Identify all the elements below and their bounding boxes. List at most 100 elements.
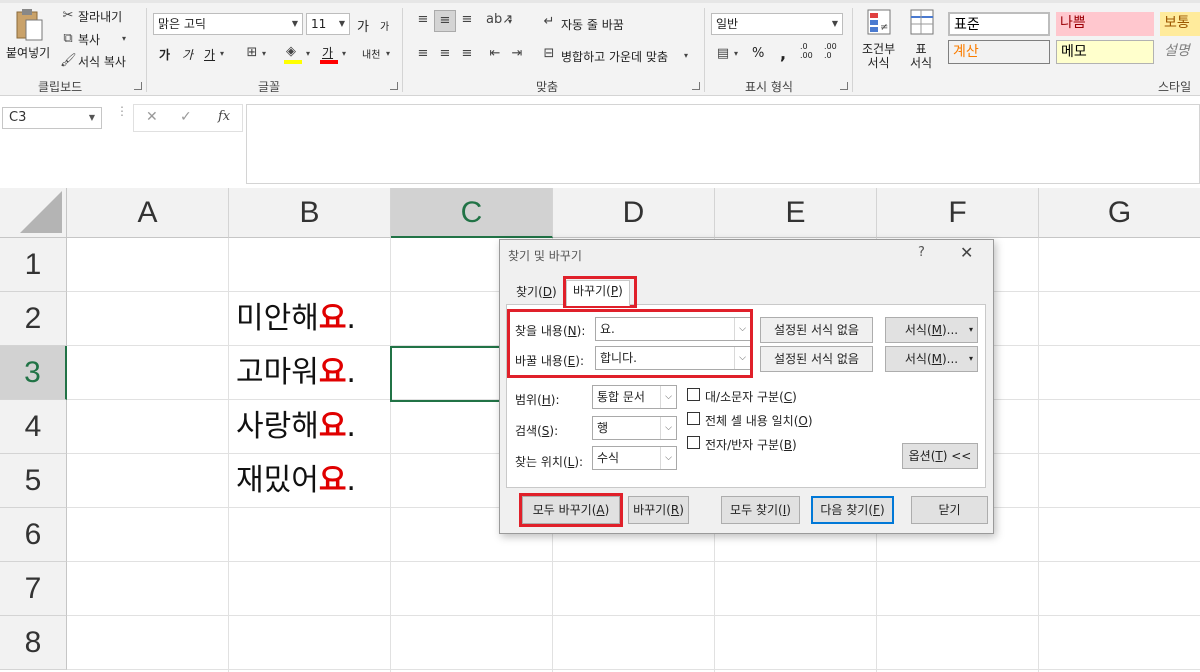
style-calculation[interactable]: 계산 (948, 40, 1050, 64)
insert-function-icon[interactable]: fx (218, 109, 230, 124)
row-header-2[interactable]: 2 (0, 292, 67, 346)
paste-button[interactable]: 붙여넣기 (4, 6, 54, 68)
column-header-a[interactable]: A (67, 188, 229, 238)
currency-icon[interactable]: ▤ (714, 46, 732, 62)
number-launcher-icon[interactable] (840, 82, 848, 90)
formula-input[interactable] (246, 104, 1200, 184)
enter-icon[interactable]: ✓ (180, 109, 192, 125)
chevron-down-icon[interactable]: ▾ (734, 46, 738, 62)
number-format-select[interactable]: 일반 ▼ (711, 13, 843, 35)
chevron-down-icon[interactable]: ⌵ (734, 318, 750, 340)
font-size-select[interactable]: 11 ▼ (306, 13, 350, 35)
close-icon[interactable]: ✕ (960, 243, 973, 262)
borders-icon[interactable]: ⊞ (244, 45, 260, 61)
column-header-b[interactable]: B (229, 188, 391, 238)
replace-button[interactable]: 바꾸기(R) (628, 496, 689, 524)
tab-find[interactable]: 찾기(D) (510, 282, 563, 304)
chevron-down-icon[interactable]: ▾ (262, 46, 266, 62)
chevron-down-icon[interactable]: ▾ (508, 14, 512, 30)
conditional-format-button[interactable]: ≠ 조건부 서식 (860, 8, 900, 72)
align-center-icon[interactable]: ≡ (436, 46, 454, 62)
column-header-d[interactable]: D (553, 188, 715, 238)
alignment-launcher-icon[interactable] (692, 82, 700, 90)
chevron-down-icon[interactable]: ▾ (342, 46, 346, 62)
decrease-indent-icon[interactable]: ⇤ (486, 46, 504, 62)
row-header-7[interactable]: 7 (0, 562, 67, 616)
grow-font-button[interactable]: 가 (357, 16, 369, 35)
row-header-5[interactable]: 5 (0, 454, 67, 508)
row-header-4[interactable]: 4 (0, 400, 67, 454)
merge-center-button[interactable]: ⊟ 병합하고 가운데 맞춤 ▾ (540, 46, 696, 64)
find-next-button[interactable]: 다음 찾기(F) (811, 496, 894, 524)
style-normal[interactable]: 표준 (948, 12, 1050, 36)
style-bad[interactable]: 나쁨 (1056, 12, 1154, 36)
close-button[interactable]: 닫기 (911, 496, 988, 524)
copy-button[interactable]: ⧉ 복사 ▾ (60, 31, 132, 47)
align-bottom-icon[interactable]: ≡ (458, 12, 476, 28)
bold-button[interactable]: 가 (159, 46, 170, 63)
match-byte-label[interactable]: 전자/반자 구분(B) (705, 436, 797, 453)
cell-b2[interactable]: 미안해요. (236, 292, 356, 346)
italic-button[interactable]: 가 (182, 46, 193, 63)
row-header-3[interactable]: 3 (0, 346, 67, 400)
cell-b4[interactable]: 사랑해요. (236, 400, 356, 454)
phonetic-button[interactable]: 내천 (362, 46, 380, 61)
within-select[interactable]: 통합 문서 ⌵ (592, 385, 677, 409)
chevron-down-icon[interactable]: ▾ (220, 46, 224, 62)
name-box[interactable]: C3 ▼ (2, 107, 102, 129)
row-header-8[interactable]: 8 (0, 616, 67, 670)
column-header-g[interactable]: G (1039, 188, 1200, 238)
font-color-button[interactable]: 가 (320, 44, 340, 64)
format-painter-button[interactable]: 🖌 서식 복사 (60, 53, 136, 69)
cancel-icon[interactable]: ✕ (146, 109, 158, 125)
clipboard-launcher-icon[interactable] (134, 82, 142, 90)
column-header-e[interactable]: E (715, 188, 877, 238)
style-note[interactable]: 메모 (1056, 40, 1154, 64)
decrease-decimal-button[interactable]: .00 .0 (824, 42, 837, 60)
wrap-text-button[interactable]: ↵ 자동 줄 바꿈 (540, 14, 660, 32)
chevron-down-icon[interactable]: ▾ (386, 46, 390, 62)
align-top-icon[interactable]: ≡ (414, 12, 432, 28)
options-button[interactable]: 옵션(T) << (902, 443, 978, 469)
row-header-6[interactable]: 6 (0, 508, 67, 562)
align-right-icon[interactable]: ≡ (458, 46, 476, 62)
replace-with-input[interactable]: 합니다. ⌵ (595, 346, 751, 370)
chevron-down-icon[interactable]: ▾ (306, 46, 310, 62)
format-button-replace[interactable]: 서식(M)... ▾ (885, 346, 978, 372)
match-entire-checkbox[interactable] (687, 412, 700, 425)
increase-decimal-button[interactable]: .0 .00 (800, 42, 813, 60)
align-left-icon[interactable]: ≡ (414, 46, 432, 62)
cut-button[interactable]: ✂ 잘라내기 (60, 8, 132, 24)
comma-button[interactable]: , (780, 44, 786, 63)
orientation-icon[interactable]: ab↗ (486, 12, 513, 28)
increase-indent-icon[interactable]: ⇥ (508, 46, 526, 62)
column-header-c[interactable]: C (391, 188, 553, 238)
find-all-button[interactable]: 모두 찾기(I) (721, 496, 800, 524)
style-explanatory[interactable]: 설명 (1160, 40, 1200, 64)
format-as-table-button[interactable]: 표 서식 (904, 8, 942, 72)
find-what-input[interactable]: 요. ⌵ (595, 317, 751, 341)
select-all-button[interactable] (0, 188, 67, 238)
shrink-font-button[interactable]: 가 (380, 18, 389, 33)
row-header-1[interactable]: 1 (0, 238, 67, 292)
cell-b3[interactable]: 고마워요. (236, 346, 356, 400)
tab-replace[interactable]: 바꾸기(P) (566, 280, 630, 306)
match-case-label[interactable]: 대/소문자 구분(C) (705, 388, 797, 405)
fill-color-button[interactable]: ◈ (284, 44, 304, 64)
cell-b5[interactable]: 재밌어요. (236, 454, 356, 508)
match-case-checkbox[interactable] (687, 388, 700, 401)
chevron-down-icon[interactable]: ⌵ (734, 347, 750, 369)
font-launcher-icon[interactable] (390, 82, 398, 90)
replace-all-button[interactable]: 모두 바꾸기(A) (522, 496, 620, 524)
help-button[interactable]: ? (918, 245, 925, 260)
percent-button[interactable]: % (752, 46, 764, 61)
style-neutral[interactable]: 보통 (1160, 12, 1200, 36)
underline-button[interactable]: 가 (204, 46, 215, 63)
align-middle-icon[interactable]: ≡ (434, 10, 456, 32)
match-byte-checkbox[interactable] (687, 436, 700, 449)
search-order-select[interactable]: 행 ⌵ (592, 416, 677, 440)
match-entire-label[interactable]: 전체 셀 내용 일치(O) (705, 412, 813, 429)
format-button-find[interactable]: 서식(M)... ▾ (885, 317, 978, 343)
font-name-select[interactable]: 맑은 고딕 ▼ (153, 13, 303, 35)
look-in-select[interactable]: 수식 ⌵ (592, 446, 677, 470)
